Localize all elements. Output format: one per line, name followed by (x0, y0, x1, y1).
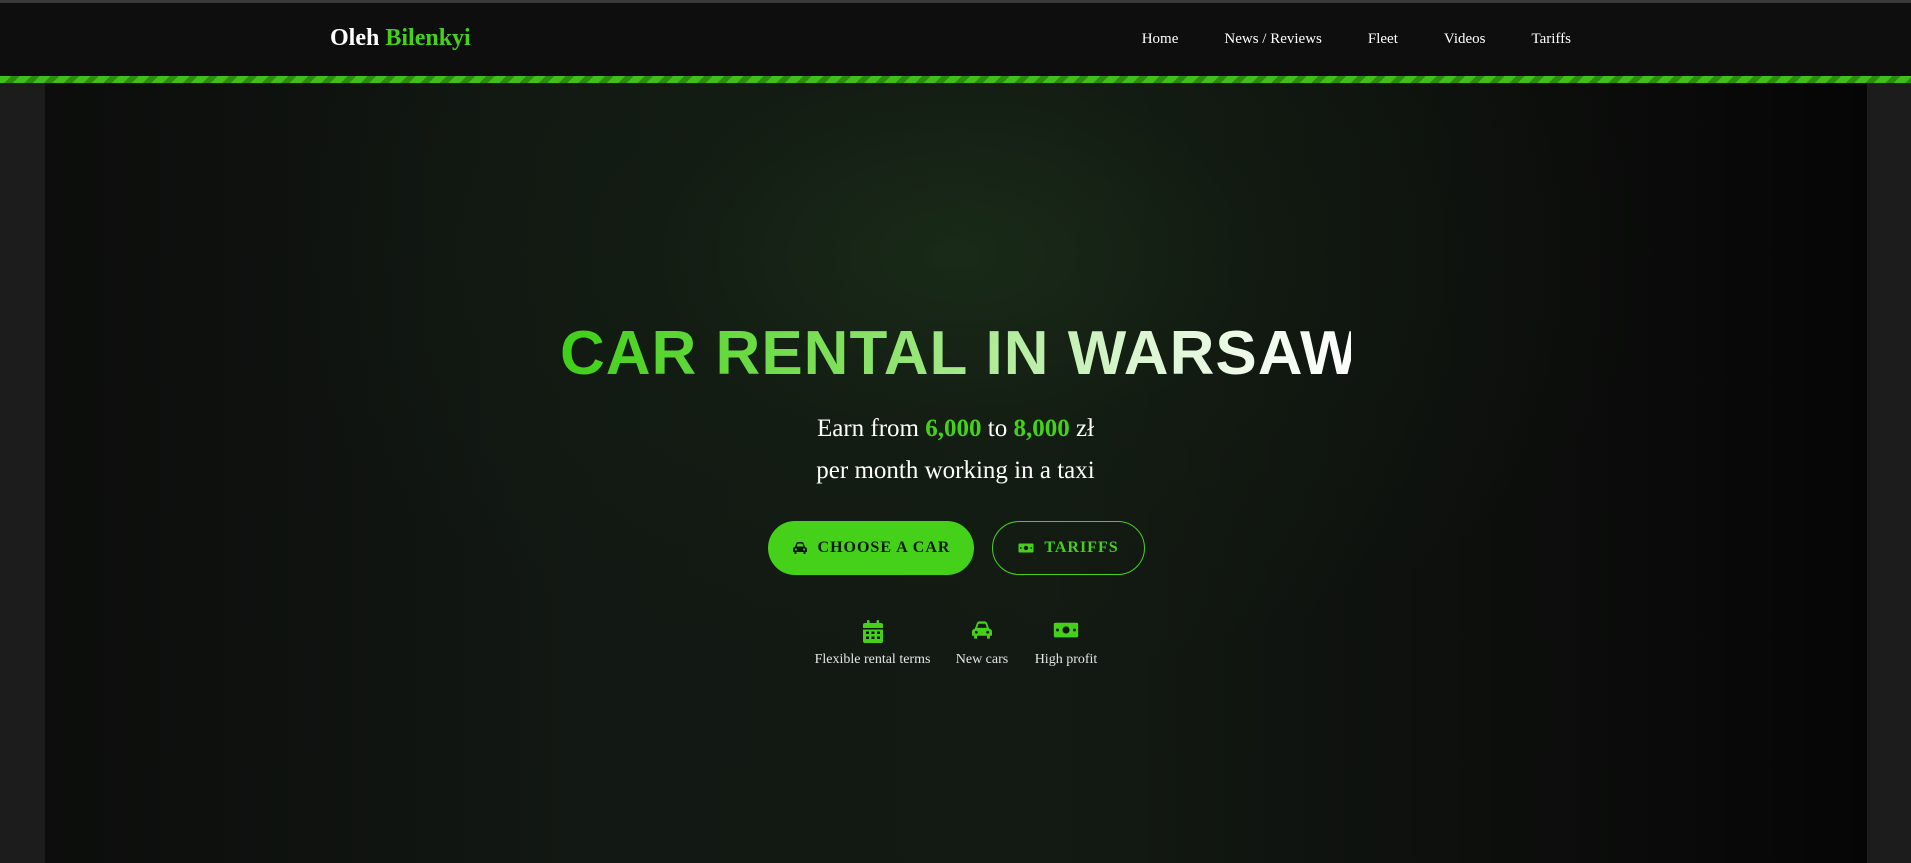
money-icon (1018, 542, 1034, 554)
main-nav: Home News / Reviews Fleet Videos Tariffs (1142, 31, 1571, 48)
choose-car-label: CHOOSE A CAR (817, 539, 951, 556)
tariffs-button[interactable]: TARIFFS (992, 521, 1145, 575)
feature-label: Flexible rental terms (814, 652, 931, 667)
hero-subline: per month working in a taxi (816, 457, 1095, 484)
calendar-icon (810, 620, 935, 646)
earn-min-amount: 6,000 (925, 415, 982, 442)
feature-high-profit: High profit (1030, 620, 1102, 668)
nav-fleet[interactable]: Fleet (1368, 31, 1398, 48)
car-icon (792, 541, 808, 555)
tariffs-label: TARIFFS (1044, 539, 1119, 556)
earn-prefix: Earn from (816, 415, 920, 442)
logo-last-name: Bilenkyi (385, 25, 471, 51)
nav-tariffs[interactable]: Tariffs (1532, 31, 1572, 48)
logo-first-name: Oleh (330, 25, 380, 51)
choose-car-button[interactable]: CHOOSE A CAR (768, 521, 974, 575)
feature-label: High profit (1034, 652, 1098, 667)
feature-label: New cars (955, 652, 1009, 667)
feature-flexible-terms: Flexible rental terms (810, 620, 935, 668)
nav-videos[interactable]: Videos (1444, 31, 1486, 48)
hero-title: CAR RENTAL IN WARSAW (560, 319, 1360, 388)
site-logo[interactable]: Oleh Bilenkyi (330, 25, 471, 52)
feature-new-cars: New cars (947, 620, 1017, 668)
earn-max-amount: 8,000 (1013, 415, 1070, 442)
earnings-line: Earn from 6,000 to 8,000 zł (0, 415, 1911, 443)
nav-news-reviews[interactable]: News / Reviews (1224, 31, 1322, 48)
header-stripe-divider (0, 76, 1911, 83)
earn-currency: zł (1075, 415, 1095, 442)
money-icon (1030, 620, 1102, 646)
nav-home[interactable]: Home (1142, 31, 1179, 48)
site-header: Oleh Bilenkyi Home News / Reviews Fleet … (0, 3, 1911, 76)
earn-to: to (987, 415, 1008, 442)
car-icon (947, 620, 1017, 646)
